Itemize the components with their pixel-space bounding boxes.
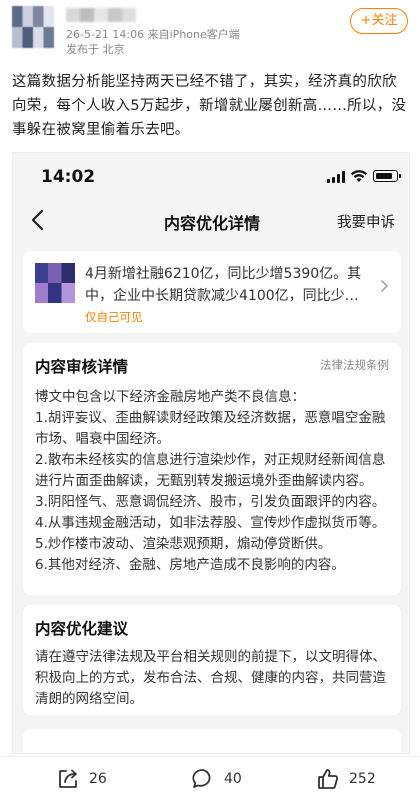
share-button[interactable]: 26: [55, 765, 107, 793]
notice-text: 4月新增社融6210亿，同比少增5390亿。其中，企业中长期贷款减少4100亿，…: [85, 266, 362, 304]
review-card: 内容审核详情 法律法规条例 博文中包含以下经济金融房地产类不良信息： 1.胡评妄…: [23, 343, 401, 595]
action-toolbar: 26 40 252: [0, 756, 420, 800]
share-icon: [59, 769, 77, 788]
visibility-badge: 仅自己可见: [85, 310, 143, 324]
advice-card: 内容优化建议 请在遵守法律法规及平台相关规则的前提下，以文明得体、积极向上的方式…: [23, 605, 401, 715]
status-bar: 14:02: [13, 153, 409, 199]
post-location: 发布于 北京: [66, 43, 125, 56]
regulations-link[interactable]: 法律法规条例: [320, 357, 389, 373]
embedded-screenshot[interactable]: 14:02 内容优化详情 我要申诉 4月新增社融6210亿，同比少增5390亿。…: [12, 152, 410, 754]
appeal-button[interactable]: 我要申诉: [337, 211, 395, 232]
follow-button[interactable]: +关注: [350, 8, 408, 34]
chevron-right-icon: [381, 280, 388, 292]
post-header: 26-5-21 14:06 来自iPhone客户端 发布于 北京 +关注: [0, 0, 420, 64]
advice-text: 请在遵守法律法规及平台相关规则的前提下，以文明得体、积极向上的方式，发布合法、合…: [35, 649, 386, 707]
review-line: 博文中包含以下经济金融房地产类不良信息：: [35, 389, 305, 405]
avatar[interactable]: [12, 6, 54, 48]
like-button[interactable]: 252: [315, 765, 376, 793]
share-count: 26: [89, 771, 107, 787]
review-list: 博文中包含以下经济金融房地产类不良信息： 1.胡评妄议、歪曲解读财经政策及经济数…: [35, 387, 391, 576]
battery-icon: [373, 170, 401, 182]
wifi-icon: [350, 170, 368, 182]
status-time: 14:02: [41, 167, 96, 187]
notice-card[interactable]: 4月新增社融6210亿，同比少增5390亿。其中，企业中长期贷款减少4100亿，…: [23, 251, 401, 333]
review-line: 3.阴阳怪气、恶意调侃经济、股市，引发负面跟评的内容。: [35, 494, 386, 510]
post-thumbnail: [35, 263, 75, 303]
signal-icon: [327, 171, 345, 183]
nav-bar: 内容优化详情 我要申诉: [13, 199, 409, 243]
post-text: 这篇数据分析能坚持两天已经不错了，其实，经济真的欣欣向荣，每个人收入5万起步，新…: [12, 74, 407, 138]
username-blurred[interactable]: [66, 8, 136, 22]
like-count: 252: [349, 771, 376, 787]
like-icon: [318, 769, 338, 789]
next-card: [23, 729, 401, 753]
review-line: 6.其他对经济、金融、房地产造成不良影响的内容。: [35, 557, 345, 573]
comment-icon: [192, 769, 211, 788]
comment-count: 40: [224, 771, 242, 787]
review-line: 1.胡评妄议、歪曲解读财经政策及经济数据，恶意唱空金融市场、唱衰中国经济。: [35, 410, 386, 447]
comment-button[interactable]: 40: [190, 765, 242, 793]
review-line: 4.从事违规金融活动，如非法荐股、宣传炒作虚拟货币等。: [35, 515, 386, 531]
review-line: 5.炒作楼市波动、渲染悲观预期，煽动停贷断供。: [35, 536, 332, 552]
post-meta: 26-5-21 14:06 来自iPhone客户端: [66, 28, 240, 41]
advice-title: 内容优化建议: [35, 620, 129, 638]
review-title: 内容审核详情: [35, 358, 129, 376]
review-line: 2.散布未经核实的信息进行渲染炒作，对正规财经新闻信息进行片面歪曲解读，无甄别转…: [35, 452, 386, 489]
